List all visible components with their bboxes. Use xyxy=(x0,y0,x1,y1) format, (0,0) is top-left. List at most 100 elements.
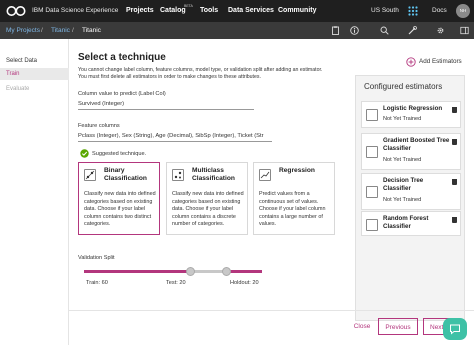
estimator-name: Logistic Regression xyxy=(383,105,443,112)
page-title: Select a technique xyxy=(78,52,166,63)
technique-desc-line: number of categories. xyxy=(172,221,225,227)
technique-desc-line: column contains two distinct xyxy=(84,213,152,220)
technique-desc-line: Choose if your label column xyxy=(259,206,326,212)
chat-button[interactable] xyxy=(443,318,467,340)
split-slider-track[interactable] xyxy=(84,270,262,273)
estimator-icon xyxy=(366,186,378,198)
catalog-beta-badge: BETA xyxy=(184,4,193,8)
technique-desc-line: categories. xyxy=(84,221,111,227)
split-holdout-label: Holdout: 20 xyxy=(230,280,259,286)
region-selector[interactable]: US South xyxy=(371,0,399,22)
clipboard-icon[interactable] xyxy=(331,26,340,35)
breadcrumb-separator-icon: / xyxy=(72,27,74,34)
brand-name[interactable]: IBM Data Science Experience xyxy=(32,0,118,22)
estimator-status: Not Yet Trained xyxy=(383,116,422,122)
estimator-name-line-2: Classifier xyxy=(383,185,411,192)
add-circle-icon[interactable] xyxy=(406,57,416,67)
footer-divider xyxy=(69,310,474,311)
feature-columns-caption: Feature columns xyxy=(78,123,120,129)
breadcrumb-my-projects[interactable]: My Projects xyxy=(6,22,40,39)
user-avatar[interactable]: NH xyxy=(456,4,470,18)
estimator-name: Random Forest xyxy=(383,215,429,222)
docs-link[interactable]: Docs xyxy=(432,0,447,22)
step-select-data[interactable]: Select Data xyxy=(0,55,69,67)
technique-desc-line: data. Choose if your label xyxy=(84,206,146,212)
infinity-logo-icon[interactable] xyxy=(5,4,27,18)
technique-binary-classification-card[interactable]: Binary Classification Classify new data … xyxy=(78,162,160,235)
breadcrumb-current: Titanic xyxy=(82,27,101,34)
technique-desc-line: Classify new data into defined xyxy=(172,191,244,197)
breadcrumb-separator-icon: / xyxy=(41,27,43,34)
info-icon[interactable] xyxy=(350,26,359,35)
feature-columns-input[interactable]: Pclass (Integer), Sex (String), Age (Dec… xyxy=(78,131,272,142)
top-navigation-bar: IBM Data Science Experience Projects Cat… xyxy=(0,0,474,22)
split-test-label: Test: 20 xyxy=(166,280,186,286)
check-circle-icon xyxy=(80,149,89,158)
notice-line-1: You cannot change label column, feature … xyxy=(78,67,323,73)
estimator-card[interactable]: Decision Tree Classifier Not Yet Trained xyxy=(361,173,461,210)
delete-trash-icon[interactable] xyxy=(452,179,457,185)
split-slider-handle-train[interactable] xyxy=(186,267,195,276)
estimator-icon xyxy=(366,219,378,231)
delete-trash-icon[interactable] xyxy=(452,217,457,223)
technique-desc-line: categories based on existing xyxy=(172,198,241,205)
nav-community[interactable]: Community xyxy=(278,0,317,22)
breadcrumb-project[interactable]: Titanic xyxy=(51,22,70,39)
estimator-icon xyxy=(366,109,378,121)
split-slider-test-segment xyxy=(190,270,226,273)
nav-data-services[interactable]: Data Services xyxy=(228,0,274,22)
close-button[interactable]: Close xyxy=(351,318,373,335)
estimators-title: Configured estimators xyxy=(364,82,443,91)
split-slider-handle-test[interactable] xyxy=(222,267,231,276)
step-evaluate[interactable]: Evaluate xyxy=(0,83,69,95)
technique-desc-line: contains a large number of xyxy=(259,213,323,220)
label-column-select[interactable]: Survived (Integer) xyxy=(78,99,254,110)
technique-title-line-1: Regression xyxy=(279,167,315,174)
step-train[interactable]: Train xyxy=(0,68,69,80)
technique-desc-line: data. Choose if your label xyxy=(172,206,234,212)
nav-catalog[interactable]: Catalog xyxy=(160,0,186,22)
technique-desc-line: continuous set of values. xyxy=(259,198,319,205)
validation-split-caption: Validation Split xyxy=(78,255,115,261)
breadcrumb-bar: My Projects / Titanic / Titanic xyxy=(0,22,474,39)
nav-projects[interactable]: Projects xyxy=(126,0,154,22)
technique-regression-card[interactable]: Regression Predict values from a continu… xyxy=(253,162,335,235)
notice-line-2: You must first delete all estimators in … xyxy=(78,74,261,80)
technique-desc-line: values. xyxy=(259,221,277,227)
technique-icon xyxy=(172,169,184,181)
settings-gear-icon[interactable] xyxy=(436,26,445,35)
split-train-label: Train: 60 xyxy=(86,280,108,286)
estimator-card[interactable]: Random Forest Classifier xyxy=(361,211,461,236)
label-column-caption: Column value to predict (Label Col) xyxy=(78,91,166,97)
technique-icon xyxy=(84,169,96,181)
configured-estimators-panel: Configured estimators Logistic Regressio… xyxy=(355,75,465,321)
technique-title-line-2: Classification xyxy=(192,175,235,182)
technique-desc-line: Classify new data into defined xyxy=(84,191,156,197)
estimator-name: Gradient Boosted Tree xyxy=(383,137,450,144)
add-estimators-button[interactable]: Add Estimators xyxy=(419,58,462,65)
estimator-card[interactable]: Gradient Boosted Tree Classifier Not Yet… xyxy=(361,133,461,170)
estimator-name-line-2: Classifier xyxy=(383,145,411,152)
find-icon[interactable] xyxy=(380,26,389,35)
estimator-icon xyxy=(366,146,378,158)
previous-button[interactable]: Previous xyxy=(378,318,418,335)
chat-bubble-icon xyxy=(450,324,460,335)
apps-grid-icon[interactable] xyxy=(408,6,418,16)
nav-tools[interactable]: Tools xyxy=(200,0,218,22)
estimator-name: Decision Tree xyxy=(383,177,424,184)
technique-desc-line: categories based on existing xyxy=(84,198,153,205)
suggested-technique-text: Suggested technique. xyxy=(92,151,147,157)
technique-desc-line: column contains a discrete xyxy=(172,213,236,220)
estimator-status: Not Yet Trained xyxy=(383,157,422,163)
estimator-card[interactable]: Logistic Regression Not Yet Trained xyxy=(361,101,461,128)
tools-icon[interactable] xyxy=(408,26,417,35)
estimator-name-line-2: Classifier xyxy=(383,223,411,230)
technique-title-line-2: Classification xyxy=(104,175,147,182)
technique-icon xyxy=(259,169,271,181)
technique-multiclass-classification-card[interactable]: Multiclass Classification Classify new d… xyxy=(166,162,248,235)
delete-trash-icon[interactable] xyxy=(452,107,457,113)
delete-trash-icon[interactable] xyxy=(452,139,457,145)
estimator-status: Not Yet Trained xyxy=(383,197,422,203)
technique-desc-line: Predict values from a xyxy=(259,191,310,197)
panel-toggle-icon[interactable] xyxy=(460,26,469,35)
